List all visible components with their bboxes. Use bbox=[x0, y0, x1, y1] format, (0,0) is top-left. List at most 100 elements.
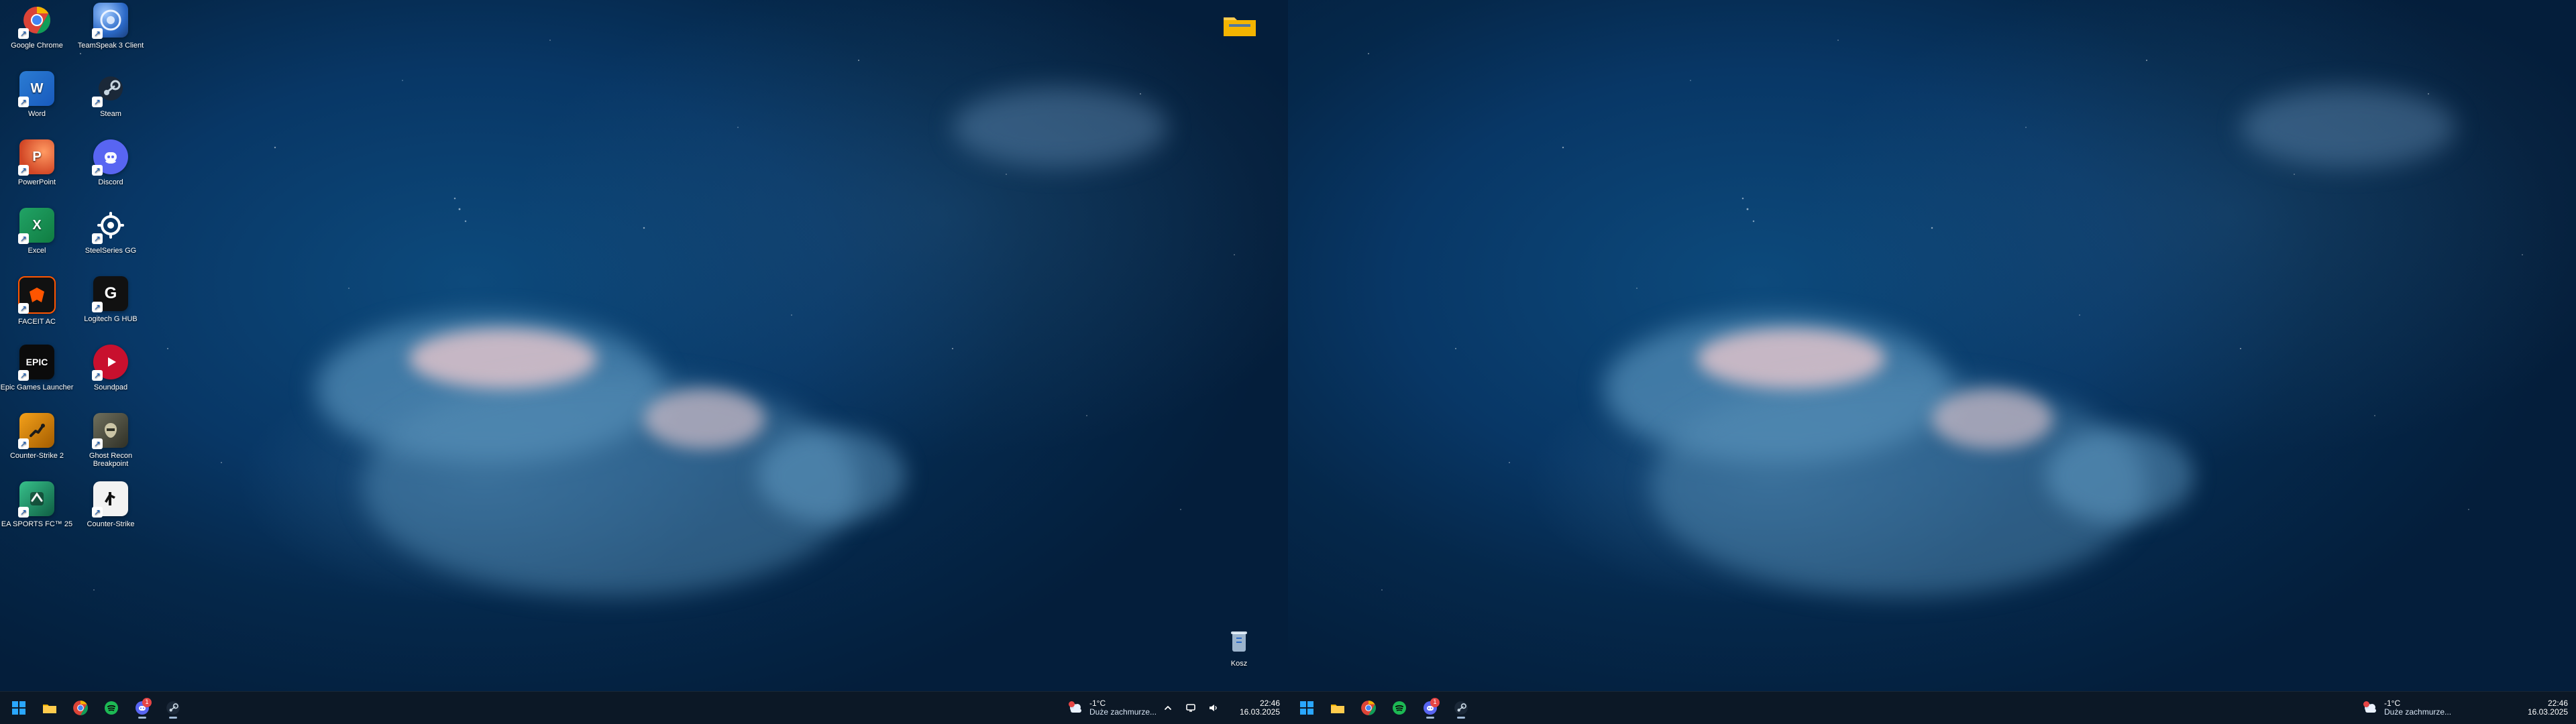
counter-strike-icon: ↗ bbox=[92, 481, 128, 518]
desktop-icon-epic-games-launcher[interactable]: EPIC ↗ Epic Games Launcher bbox=[0, 342, 74, 409]
desktop-icon-label: Discord bbox=[98, 178, 123, 186]
weather-condition: Duże zachmurze... bbox=[2384, 707, 2452, 717]
cs2-icon: ↗ bbox=[18, 413, 54, 449]
spotify-icon bbox=[1393, 701, 1406, 715]
desktop-icon-label: Ghost Recon Breakpoint bbox=[89, 452, 133, 468]
steam-icon bbox=[1454, 701, 1468, 715]
desktop-icon-label: Logitech G HUB bbox=[84, 315, 138, 323]
desktop-icon-word[interactable]: W ↗ Word bbox=[0, 68, 74, 135]
steam-taskbar-button[interactable] bbox=[1449, 696, 1473, 720]
soundpad-icon: ↗ bbox=[92, 345, 128, 381]
taskbar-right: 1 -1°C Duże zachmurze... 22:46 16.03.202… bbox=[1288, 691, 2576, 724]
clock[interactable]: 22:46 16.03.2025 bbox=[2518, 699, 2568, 717]
desktop-icon-label: Soundpad bbox=[93, 383, 128, 391]
desktop-recycle-bin[interactable]: Kosz bbox=[1214, 623, 1264, 680]
ghost-recon-icon: ↗ bbox=[92, 413, 128, 449]
file-explorer-button[interactable] bbox=[1326, 696, 1350, 720]
shortcut-arrow-icon: ↗ bbox=[18, 97, 29, 107]
start-icon bbox=[12, 701, 25, 715]
desktop-icon-ea-sports-fc-25[interactable]: ↗ EA SPORTS FC™ 25 bbox=[0, 479, 74, 546]
network-button[interactable] bbox=[1182, 699, 1199, 717]
desktop-wallpaper bbox=[1288, 0, 2576, 692]
file-explorer-button[interactable] bbox=[38, 696, 62, 720]
desktop-icon-faceit-ac[interactable]: ↗ FACEIT AC bbox=[0, 274, 74, 341]
tray-icons bbox=[1159, 699, 1222, 717]
powerpoint-icon: P ↗ bbox=[18, 139, 54, 176]
desktop-icon-discord[interactable]: ↗ Discord bbox=[74, 137, 148, 204]
desktop-icon-label: Google Chrome bbox=[11, 42, 63, 50]
desktop-icon-teamspeak[interactable]: ↗ TeamSpeak 3 Client bbox=[74, 0, 148, 67]
wallpaper-cloud bbox=[2046, 429, 2194, 523]
shortcut-arrow-icon: ↗ bbox=[18, 165, 29, 176]
shortcut-arrow-icon: ↗ bbox=[18, 303, 29, 314]
weather-cloud-icon bbox=[2363, 701, 2376, 713]
desktop-icon-label: Epic Games Launcher bbox=[0, 383, 74, 391]
clock-date: 16.03.2025 bbox=[2527, 707, 2568, 717]
desktop-icon-excel[interactable]: X ↗ Excel bbox=[0, 205, 74, 272]
desktop-icon-counter-strike[interactable]: ↗ Counter-Strike bbox=[74, 479, 148, 546]
system-tray: 22:46 16.03.2025 bbox=[1159, 692, 1280, 724]
desktop-icon-counter-strike-2[interactable]: ↗ Counter-Strike 2 bbox=[0, 410, 74, 477]
active-indicator bbox=[1426, 717, 1434, 719]
clock-date: 16.03.2025 bbox=[1239, 707, 1280, 717]
weather-condition: Duże zachmurze... bbox=[1089, 707, 1157, 717]
weather-widget[interactable]: -1°C Duże zachmurze... bbox=[1067, 692, 1157, 724]
desktop-wallpaper bbox=[0, 0, 1288, 692]
desktop-icon-label: Counter-Strike bbox=[87, 520, 135, 528]
wallpaper-cloud-highlight bbox=[409, 328, 597, 389]
logitech-icon: G ↗ bbox=[92, 276, 128, 312]
desktop-icon-label: PowerPoint bbox=[17, 178, 56, 186]
wallpaper-cloud bbox=[758, 429, 906, 523]
desktop-icon-label: SteelSeries GG bbox=[85, 247, 137, 255]
chrome-icon bbox=[73, 701, 88, 715]
wallpaper-cloud-highlight bbox=[1697, 328, 1885, 389]
teamspeak-icon: ↗ bbox=[92, 3, 128, 39]
faceit-icon: ↗ bbox=[18, 276, 56, 314]
word-icon: W ↗ bbox=[18, 71, 54, 107]
desktop-icon-label: FACEIT AC bbox=[17, 318, 56, 326]
network-icon bbox=[1186, 704, 1195, 712]
discord-taskbar-button[interactable]: 1 bbox=[130, 696, 154, 720]
spotify-taskbar-button[interactable] bbox=[1387, 696, 1411, 720]
weather-widget[interactable]: -1°C Duże zachmurze... bbox=[2361, 692, 2451, 724]
desktop-icon-label: EA SPORTS FC™ 25 bbox=[1, 520, 73, 528]
shortcut-arrow-icon: ↗ bbox=[92, 370, 103, 381]
desktop-icon-powerpoint[interactable]: P ↗ PowerPoint bbox=[0, 137, 74, 204]
chrome-taskbar-button[interactable] bbox=[68, 696, 93, 720]
excel-icon: X ↗ bbox=[18, 208, 54, 244]
steam-taskbar-button[interactable] bbox=[161, 696, 185, 720]
steelseries-icon: ↗ bbox=[92, 208, 128, 244]
shortcut-arrow-icon: ↗ bbox=[18, 28, 29, 39]
desktop-folder[interactable] bbox=[1220, 5, 1260, 46]
desktop-icon-ghost-recon-breakpoint[interactable]: ↗ Ghost Recon Breakpoint bbox=[74, 410, 148, 477]
chrome-taskbar-button[interactable] bbox=[1356, 696, 1381, 720]
epic-icon: EPIC ↗ bbox=[18, 345, 54, 381]
active-indicator bbox=[169, 717, 177, 719]
spotify-taskbar-button[interactable] bbox=[99, 696, 123, 720]
weather-cloud-icon bbox=[1069, 701, 1081, 713]
clock[interactable]: 22:46 16.03.2025 bbox=[1230, 699, 1280, 717]
desktop-icon-logitech-g-hub[interactable]: G ↗ Logitech G HUB bbox=[74, 274, 148, 341]
active-indicator bbox=[138, 717, 146, 719]
desktop-icon-label: TeamSpeak 3 Client bbox=[77, 42, 144, 50]
wallpaper-cloud-highlight bbox=[644, 389, 765, 449]
start-icon bbox=[1300, 701, 1313, 715]
taskbar-left: 1 -1°C Duże zachmurze... 22:46 16.03.202… bbox=[0, 691, 1288, 724]
shortcut-arrow-icon: ↗ bbox=[92, 233, 103, 244]
discord-taskbar-button[interactable]: 1 bbox=[1418, 696, 1442, 720]
monitor-left: ↗ Google Chrome ↗ TeamSpeak 3 Client W ↗… bbox=[0, 0, 1288, 724]
shortcut-arrow-icon: ↗ bbox=[18, 438, 29, 449]
start-button[interactable] bbox=[7, 696, 31, 720]
volume-icon bbox=[1210, 705, 1217, 711]
volume-button[interactable] bbox=[1205, 699, 1222, 717]
tray-overflow-button[interactable] bbox=[1159, 699, 1177, 717]
ea-fc-icon: ↗ bbox=[18, 481, 54, 518]
desktop-icon-label: Steam bbox=[100, 110, 121, 118]
desktop-icon-steam[interactable]: ↗ Steam bbox=[74, 68, 148, 135]
weather-text: -1°C Duże zachmurze... bbox=[2384, 699, 2451, 717]
desktop-icon-google-chrome[interactable]: ↗ Google Chrome bbox=[0, 0, 74, 67]
shortcut-arrow-icon: ↗ bbox=[92, 97, 103, 107]
desktop-icon-steelseries-gg[interactable]: ↗ SteelSeries GG bbox=[74, 205, 148, 272]
start-button[interactable] bbox=[1295, 696, 1319, 720]
desktop-icon-soundpad[interactable]: ↗ Soundpad bbox=[74, 342, 148, 409]
